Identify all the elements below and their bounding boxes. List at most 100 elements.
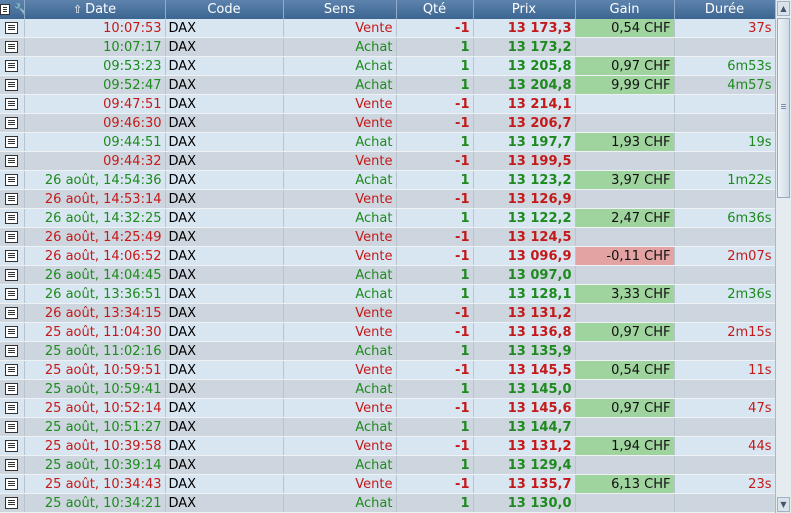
- row-detail-button[interactable]: [0, 75, 25, 95]
- document-icon[interactable]: [5, 364, 19, 376]
- scrollbar-thumb[interactable]: [777, 18, 790, 198]
- table-row[interactable]: 26 août, 13:36:51 DAX Achat 1 13 128,1 3,33 C…: [0, 284, 776, 304]
- table-row[interactable]: 09:46:30 DAX Vente -1 13 206,7: [0, 113, 776, 133]
- document-icon[interactable]: [5, 440, 19, 452]
- document-icon[interactable]: [5, 383, 19, 395]
- cell-gain: [575, 303, 675, 323]
- row-detail-button[interactable]: [0, 208, 25, 228]
- document-icon[interactable]: [5, 155, 19, 167]
- document-icon[interactable]: [5, 117, 19, 129]
- document-icon[interactable]: [5, 98, 19, 110]
- table-row[interactable]: 26 août, 14:25:49 DAX Vente -1 13 124,5: [0, 227, 776, 247]
- row-detail-button[interactable]: [0, 417, 25, 437]
- column-header-qty[interactable]: Qté: [396, 0, 474, 19]
- table-row[interactable]: 25 août, 11:04:30 DAX Vente -1 13 136,8 0,97 …: [0, 322, 776, 342]
- document-icon[interactable]: [5, 478, 19, 490]
- row-detail-button[interactable]: [0, 170, 25, 190]
- document-icon[interactable]: [5, 41, 19, 53]
- table-row[interactable]: 26 août, 14:54:36 DAX Achat 1 13 123,2 3,97 C…: [0, 170, 776, 190]
- table-row[interactable]: 09:53:23 DAX Achat 1 13 205,8 0,97 CHF 6m53s: [0, 56, 776, 76]
- document-icon[interactable]: [5, 288, 19, 300]
- row-detail-button[interactable]: [0, 151, 25, 171]
- row-detail-button[interactable]: [0, 189, 25, 209]
- row-detail-button[interactable]: [0, 94, 25, 114]
- row-detail-button[interactable]: [0, 493, 25, 513]
- row-detail-button[interactable]: [0, 379, 25, 399]
- row-detail-button[interactable]: [0, 246, 25, 266]
- document-icon[interactable]: [5, 79, 19, 91]
- document-icon[interactable]: [5, 497, 19, 509]
- cell-gain: 1,94 CHF: [575, 436, 675, 456]
- document-icon[interactable]: [5, 326, 19, 338]
- column-header-price[interactable]: Prix: [473, 0, 576, 19]
- header-tools[interactable]: 🔧: [0, 0, 25, 19]
- row-detail-button[interactable]: [0, 474, 25, 494]
- table-row[interactable]: 25 août, 10:39:58 DAX Vente -1 13 131,2 1,94 …: [0, 436, 776, 456]
- cell-sens: Vente: [283, 322, 397, 342]
- table-row[interactable]: 25 août, 10:51:27 DAX Achat 1 13 144,7: [0, 417, 776, 437]
- column-header-code[interactable]: Code: [165, 0, 284, 19]
- document-icon[interactable]: [5, 459, 19, 471]
- table-row[interactable]: 26 août, 14:06:52 DAX Vente -1 13 096,9 -0,11…: [0, 246, 776, 266]
- scroll-down-button[interactable]: ▼: [777, 497, 790, 512]
- row-detail-button[interactable]: [0, 398, 25, 418]
- row-detail-button[interactable]: [0, 341, 25, 361]
- document-icon[interactable]: [5, 212, 19, 224]
- column-header-gain[interactable]: Gain: [575, 0, 675, 19]
- cell-price: 13 129,4: [473, 455, 576, 475]
- cell-qty: 1: [396, 37, 474, 57]
- cell-qty: 1: [396, 132, 474, 152]
- vertical-scrollbar[interactable]: ▲ ▼: [775, 0, 791, 513]
- column-header-sens[interactable]: Sens: [283, 0, 397, 19]
- row-detail-button[interactable]: [0, 56, 25, 76]
- row-detail-button[interactable]: [0, 455, 25, 475]
- table-row[interactable]: 09:52:47 DAX Achat 1 13 204,8 9,99 CHF 4m57s: [0, 75, 776, 95]
- wrench-icon[interactable]: 🔧: [14, 3, 23, 16]
- row-detail-button[interactable]: [0, 37, 25, 57]
- table-row[interactable]: 25 août, 10:59:51 DAX Vente -1 13 145,5 0,54 …: [0, 360, 776, 380]
- row-detail-button[interactable]: [0, 132, 25, 152]
- row-detail-button[interactable]: [0, 360, 25, 380]
- table-row[interactable]: 10:07:17 DAX Achat 1 13 173,2: [0, 37, 776, 57]
- document-icon[interactable]: [5, 231, 19, 243]
- document-icon[interactable]: [5, 60, 19, 72]
- document-icon[interactable]: [5, 402, 19, 414]
- document-icon[interactable]: [5, 193, 19, 205]
- document-icon[interactable]: [5, 136, 19, 148]
- column-header-date[interactable]: ⇧ Date: [24, 0, 166, 19]
- document-icon[interactable]: [5, 269, 19, 281]
- table-row[interactable]: 25 août, 10:39:14 DAX Achat 1 13 129,4: [0, 455, 776, 475]
- table-row[interactable]: 09:47:51 DAX Vente -1 13 214,1: [0, 94, 776, 114]
- document-icon[interactable]: [5, 174, 19, 186]
- row-detail-button[interactable]: [0, 227, 25, 247]
- cell-gain: 3,33 CHF: [575, 284, 675, 304]
- table-row[interactable]: 25 août, 10:59:41 DAX Achat 1 13 145,0: [0, 379, 776, 399]
- row-detail-button[interactable]: [0, 322, 25, 342]
- row-detail-button[interactable]: [0, 265, 25, 285]
- document-icon[interactable]: [5, 22, 19, 34]
- row-detail-button[interactable]: [0, 436, 25, 456]
- scroll-up-button[interactable]: ▲: [777, 1, 790, 16]
- document-icon[interactable]: [5, 345, 19, 357]
- table-row[interactable]: 25 août, 10:34:43 DAX Vente -1 13 135,7 6,13 …: [0, 474, 776, 494]
- table-row[interactable]: 10:07:53 DAX Vente -1 13 173,3 0,54 CHF 37s: [0, 19, 776, 38]
- table-row[interactable]: 26 août, 14:04:45 DAX Achat 1 13 097,0: [0, 265, 776, 285]
- row-detail-button[interactable]: [0, 284, 25, 304]
- table-row[interactable]: 26 août, 14:53:14 DAX Vente -1 13 126,9: [0, 189, 776, 209]
- table-row[interactable]: 25 août, 10:34:21 DAX Achat 1 13 130,0: [0, 493, 776, 513]
- table-row[interactable]: 09:44:51 DAX Achat 1 13 197,7 1,93 CHF 19s: [0, 132, 776, 152]
- row-detail-button[interactable]: [0, 19, 25, 38]
- document-icon[interactable]: [0, 4, 10, 15]
- table-row[interactable]: 25 août, 11:02:16 DAX Achat 1 13 135,9: [0, 341, 776, 361]
- row-detail-button[interactable]: [0, 113, 25, 133]
- row-detail-button[interactable]: [0, 303, 25, 323]
- document-icon[interactable]: [5, 307, 19, 319]
- table-row[interactable]: 09:44:32 DAX Vente -1 13 199,5: [0, 151, 776, 171]
- column-header-duration[interactable]: Durée: [674, 0, 776, 19]
- cell-code: DAX: [165, 360, 284, 380]
- document-icon[interactable]: [5, 250, 19, 262]
- table-row[interactable]: 25 août, 10:52:14 DAX Vente -1 13 145,6 0,97 …: [0, 398, 776, 418]
- table-row[interactable]: 26 août, 14:32:25 DAX Achat 1 13 122,2 2,47 C…: [0, 208, 776, 228]
- table-row[interactable]: 26 août, 13:34:15 DAX Vente -1 13 131,2: [0, 303, 776, 323]
- document-icon[interactable]: [5, 421, 19, 433]
